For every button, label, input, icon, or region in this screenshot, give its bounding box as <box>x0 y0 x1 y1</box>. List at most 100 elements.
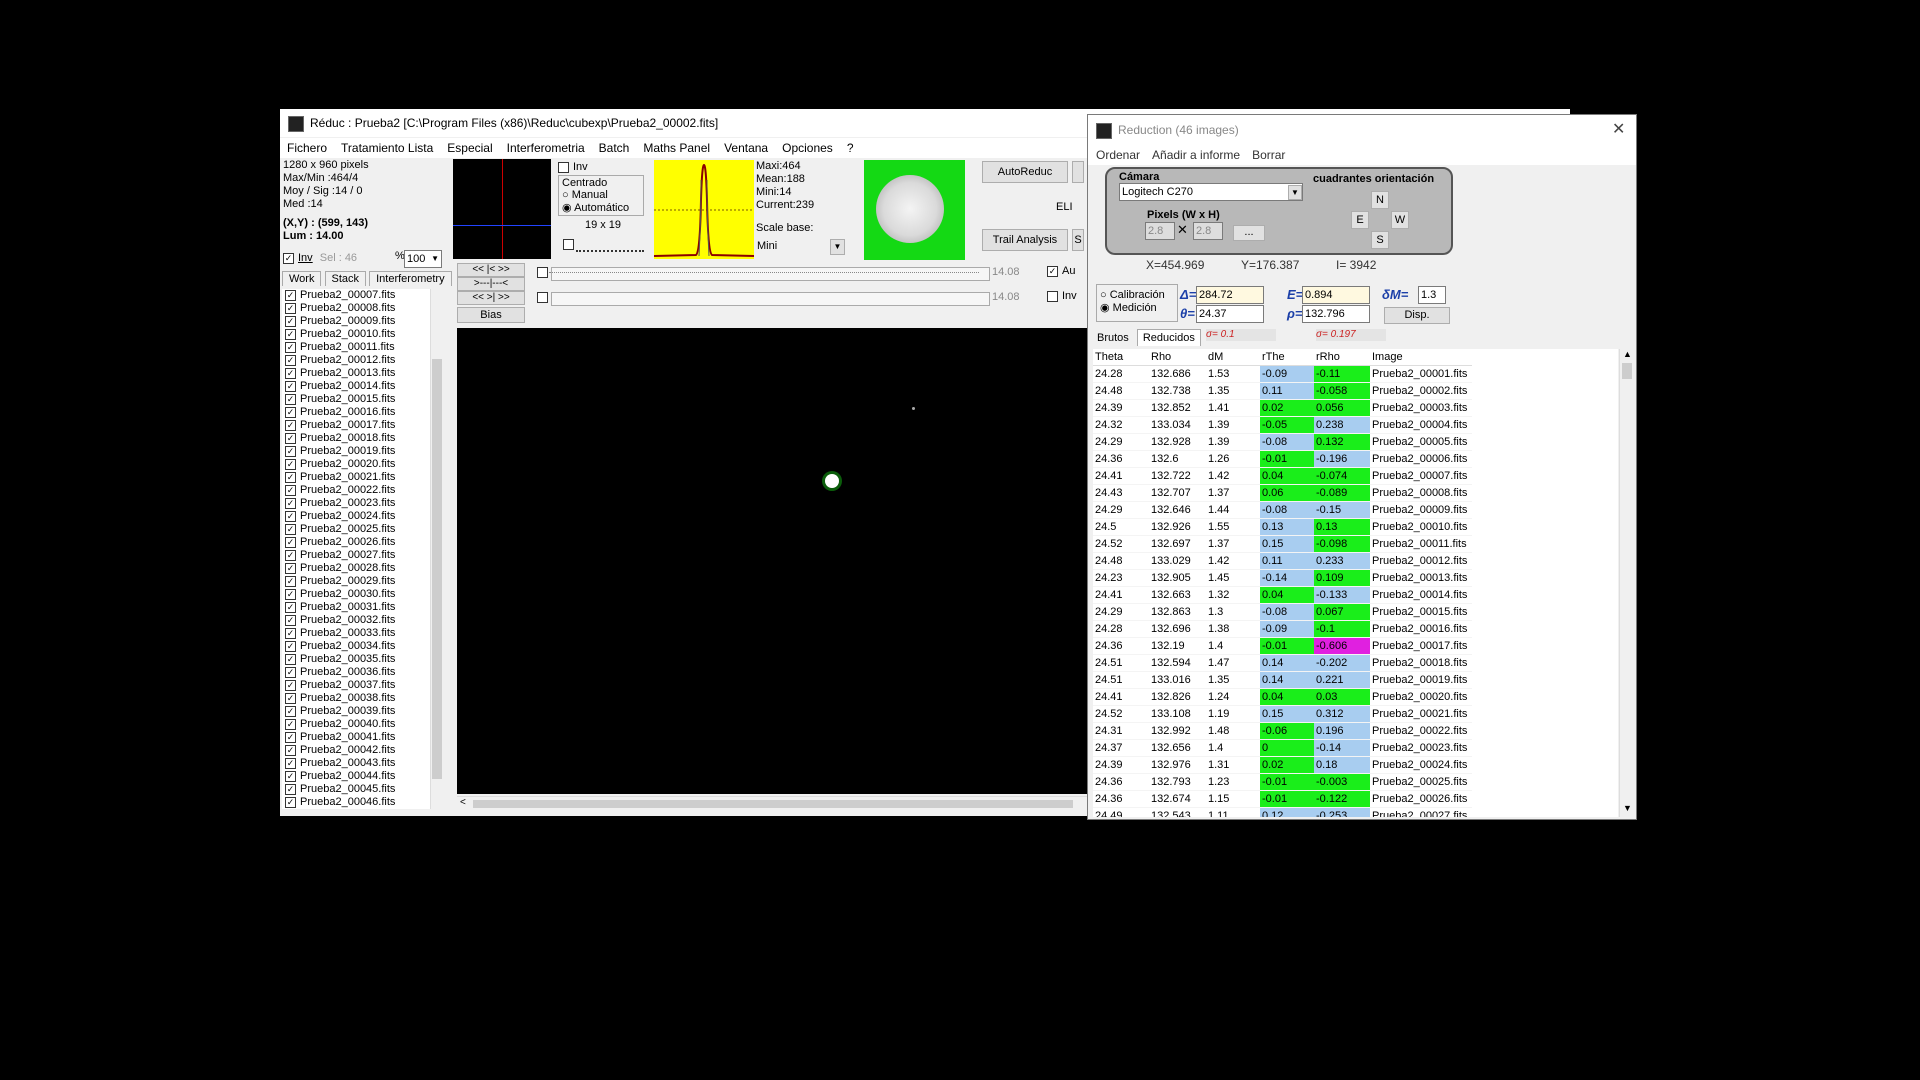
file-checkbox[interactable]: ✓ <box>285 445 296 457</box>
file-list-item[interactable]: ✓ Prueba2_00015.fits <box>282 393 440 406</box>
file-list-item[interactable]: ✓ Prueba2_00012.fits <box>282 354 440 367</box>
file-list-item[interactable]: ✓ Prueba2_00040.fits <box>282 718 440 731</box>
reduction-menu-item-0[interactable]: Ordenar <box>1096 148 1140 162</box>
pixel-width-input[interactable]: 2.8 <box>1145 222 1175 240</box>
file-list-scrollbar-thumb[interactable] <box>432 359 442 779</box>
tab-stack[interactable]: Stack <box>324 271 367 286</box>
table-row[interactable]: 24.41 132.722 1.42 0.04 -0.074 Prueba2_00007.… <box>1093 467 1472 485</box>
file-checkbox[interactable]: ✓ <box>285 354 296 366</box>
image-hscrollbar[interactable]: < <box>457 796 1087 811</box>
file-list-item[interactable]: ✓ Prueba2_00035.fits <box>282 653 440 666</box>
table-row[interactable]: 24.37 132.656 1.4 0 -0.14 Prueba2_00023.fits <box>1093 739 1472 757</box>
menu-item-7[interactable]: Opciones <box>782 141 833 155</box>
compass-n-button[interactable]: N <box>1371 191 1389 209</box>
table-row[interactable]: 24.41 132.663 1.32 0.04 -0.133 Prueba2_00014.… <box>1093 586 1472 604</box>
file-checkbox[interactable]: ✓ <box>285 458 296 470</box>
table-row[interactable]: 24.23 132.905 1.45 -0.14 0.109 Prueba2_00013.… <box>1093 569 1472 587</box>
scale-base-select[interactable]: Mini ▼ <box>754 238 845 255</box>
file-list-item[interactable]: ✓ Prueba2_00028.fits <box>282 562 440 575</box>
file-list-item[interactable]: ✓ Prueba2_00022.fits <box>282 484 440 497</box>
file-list-item[interactable]: ✓ Prueba2_00010.fits <box>282 328 440 341</box>
slider2-track[interactable] <box>551 292 990 306</box>
file-list-item[interactable]: ✓ Prueba2_00026.fits <box>282 536 440 549</box>
file-list-item[interactable]: ✓ Prueba2_00023.fits <box>282 497 440 510</box>
chevron-down-icon[interactable]: ▼ <box>1623 803 1632 813</box>
menu-item-2[interactable]: Especial <box>447 141 492 155</box>
file-checkbox[interactable]: ✓ <box>285 614 296 626</box>
table-row[interactable]: 24.41 132.826 1.24 0.04 0.03 Prueba2_00020.fi… <box>1093 688 1472 706</box>
nav-row1-buttons[interactable]: << |< >> <box>457 263 525 277</box>
file-checkbox[interactable]: ✓ <box>285 796 296 808</box>
table-row[interactable]: 24.49 132.543 1.11 0.12 -0.253 Prueba2_00027.… <box>1093 807 1472 817</box>
image-canvas[interactable] <box>457 328 1087 794</box>
tab-reducidos[interactable]: Reducidos <box>1136 329 1201 346</box>
reduction-menu-item-2[interactable]: Borrar <box>1252 148 1285 162</box>
file-list-item[interactable]: ✓ Prueba2_00027.fits <box>282 549 440 562</box>
tab-work[interactable]: Work <box>282 271 322 286</box>
menu-item-4[interactable]: Batch <box>599 141 630 155</box>
file-list-item[interactable]: ✓ Prueba2_00016.fits <box>282 406 440 419</box>
file-checkbox[interactable]: ✓ <box>285 718 296 730</box>
file-checkbox[interactable]: ✓ <box>285 393 296 405</box>
file-list-item[interactable]: ✓ Prueba2_00044.fits <box>282 770 440 783</box>
menu-item-8[interactable]: ? <box>847 141 854 155</box>
camera-select[interactable]: Logitech C270 ▼ <box>1119 183 1303 201</box>
table-row[interactable]: 24.36 132.19 1.4 -0.01 -0.606 Prueba2_00017.f… <box>1093 637 1472 655</box>
file-checkbox[interactable]: ✓ <box>285 302 296 314</box>
tab-brutos[interactable]: Brutos <box>1092 330 1134 346</box>
file-list-item[interactable]: ✓ Prueba2_00019.fits <box>282 445 440 458</box>
table-row[interactable]: 24.52 133.108 1.19 0.15 0.312 Prueba2_00021.f… <box>1093 705 1472 723</box>
file-list-item[interactable]: ✓ Prueba2_00033.fits <box>282 627 440 640</box>
slider1-track[interactable] <box>551 267 990 281</box>
file-list-item[interactable]: ✓ Prueba2_00041.fits <box>282 731 440 744</box>
file-list-item[interactable]: ✓ Prueba2_00007.fits <box>282 289 440 302</box>
table-row[interactable]: 24.36 132.674 1.15 -0.01 -0.122 Prueba2_00026… <box>1093 790 1472 808</box>
eli-button[interactable]: ELI <box>1056 197 1082 217</box>
nav-row2-buttons[interactable]: >---|---< <box>457 277 525 291</box>
file-list-item[interactable]: ✓ Prueba2_00011.fits <box>282 341 440 354</box>
column-header[interactable]: Theta <box>1093 349 1149 366</box>
radio-medicion[interactable]: ◉ Medición <box>1100 301 1177 314</box>
file-list-item[interactable]: ✓ Prueba2_00025.fits <box>282 523 440 536</box>
file-list-item[interactable]: ✓ Prueba2_00043.fits <box>282 757 440 770</box>
file-checkbox[interactable]: ✓ <box>285 536 296 548</box>
chevron-up-icon[interactable]: ▲ <box>1623 349 1632 359</box>
file-checkbox[interactable]: ✓ <box>285 731 296 743</box>
file-checkbox[interactable]: ✓ <box>285 783 296 795</box>
file-checkbox[interactable]: ✓ <box>285 601 296 613</box>
file-checkbox[interactable]: ✓ <box>285 367 296 379</box>
nav-row3-buttons[interactable]: << >| >> <box>457 291 525 305</box>
partial-button-top[interactable] <box>1072 161 1084 183</box>
file-checkbox[interactable]: ✓ <box>285 471 296 483</box>
column-header[interactable]: Image <box>1370 349 1472 366</box>
pixel-height-input[interactable]: 2.8 <box>1193 222 1223 240</box>
column-header[interactable]: Rho <box>1149 349 1206 366</box>
pixels-more-button[interactable]: ... <box>1233 225 1265 241</box>
table-row[interactable]: 24.52 132.697 1.37 0.15 -0.098 Prueba2_00011.… <box>1093 535 1472 553</box>
file-list-item[interactable]: ✓ Prueba2_00020.fits <box>282 458 440 471</box>
compass-w-button[interactable]: W <box>1391 211 1409 229</box>
table-row[interactable]: 24.43 132.707 1.37 0.06 -0.089 Prueba2_00008.… <box>1093 484 1472 502</box>
file-checkbox[interactable]: ✓ <box>285 341 296 353</box>
disp-button[interactable]: Disp. <box>1384 307 1450 324</box>
file-checkbox[interactable]: ✓ <box>285 770 296 782</box>
file-list-item[interactable]: ✓ Prueba2_00038.fits <box>282 692 440 705</box>
file-checkbox[interactable]: ✓ <box>285 432 296 444</box>
menu-item-6[interactable]: Ventana <box>724 141 768 155</box>
file-list-item[interactable]: ✓ Prueba2_00042.fits <box>282 744 440 757</box>
file-list-item[interactable]: ✓ Prueba2_00009.fits <box>282 315 440 328</box>
file-checkbox[interactable]: ✓ <box>285 666 296 678</box>
file-checkbox[interactable]: ✓ <box>285 627 296 639</box>
file-list-item[interactable]: ✓ Prueba2_00029.fits <box>282 575 440 588</box>
inv-checkbox[interactable]: ✓ <box>283 252 294 264</box>
file-checkbox[interactable]: ✓ <box>285 640 296 652</box>
menu-item-1[interactable]: Tratamiento Lista <box>341 141 433 155</box>
table-row[interactable]: 24.51 132.594 1.47 0.14 -0.202 Prueba2_00018.… <box>1093 654 1472 672</box>
file-list-item[interactable]: ✓ Prueba2_00045.fits <box>282 783 440 796</box>
file-checkbox[interactable]: ✓ <box>285 562 296 574</box>
results-scrollbar[interactable]: ▲ ▼ <box>1619 349 1634 817</box>
radio-calibracion[interactable]: ○ Calibración <box>1100 289 1177 301</box>
centrado-inv-checkbox[interactable] <box>558 161 569 173</box>
file-list-item[interactable]: ✓ Prueba2_00030.fits <box>282 588 440 601</box>
file-checkbox[interactable]: ✓ <box>285 328 296 340</box>
